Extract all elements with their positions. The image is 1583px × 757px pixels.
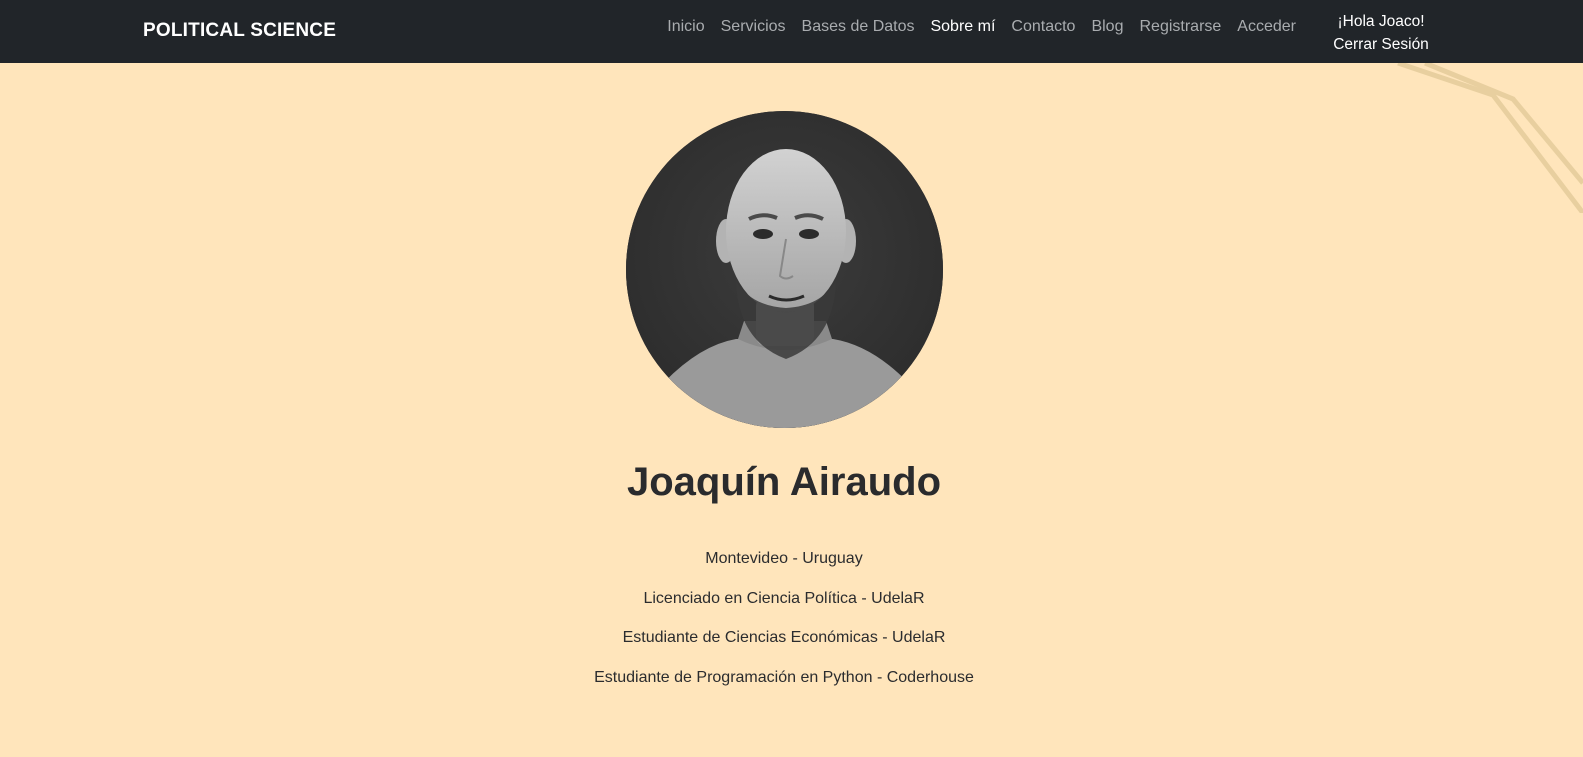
profile-photo <box>626 111 943 428</box>
decorative-lines <box>1397 63 1583 213</box>
user-greeting: ¡Hola Joaco! <box>1337 13 1425 30</box>
navbar: POLITICAL SCIENCE Inicio Servicios Bases… <box>0 0 1583 63</box>
nav-link-servicios[interactable]: Servicios <box>721 18 786 36</box>
nav-link-registrarse[interactable]: Registrarse <box>1139 18 1221 36</box>
detail-python-studies: Estudiante de Programación en Python - C… <box>594 668 974 686</box>
detail-location: Montevideo - Uruguay <box>705 550 863 567</box>
nav-link-contacto[interactable]: Contacto <box>1011 18 1075 36</box>
nav-link-bases-de-datos[interactable]: Bases de Datos <box>802 18 915 36</box>
user-box: ¡Hola Joaco! Cerrar Sesión <box>1333 10 1429 56</box>
detail-economics-studies: Estudiante de Ciencias Económicas - Udel… <box>622 629 946 646</box>
logout-link[interactable]: Cerrar Sesión <box>1333 33 1429 56</box>
nav-link-inicio[interactable]: Inicio <box>667 18 704 36</box>
brand-logo[interactable]: POLITICAL SCIENCE <box>143 20 336 42</box>
profile-details: Montevideo - Uruguay Licenciado en Cienc… <box>0 547 1568 705</box>
detail-degree: Licenciado en Ciencia Política - UdelaR <box>643 589 925 607</box>
nav-links: Inicio Servicios Bases de Datos Sobre mí… <box>667 18 1296 36</box>
profile-name: Joaquín Airaudo <box>626 460 942 504</box>
nav-link-sobre-mi[interactable]: Sobre mí <box>930 18 995 36</box>
nav-link-blog[interactable]: Blog <box>1091 18 1123 36</box>
nav-link-acceder[interactable]: Acceder <box>1237 18 1296 36</box>
